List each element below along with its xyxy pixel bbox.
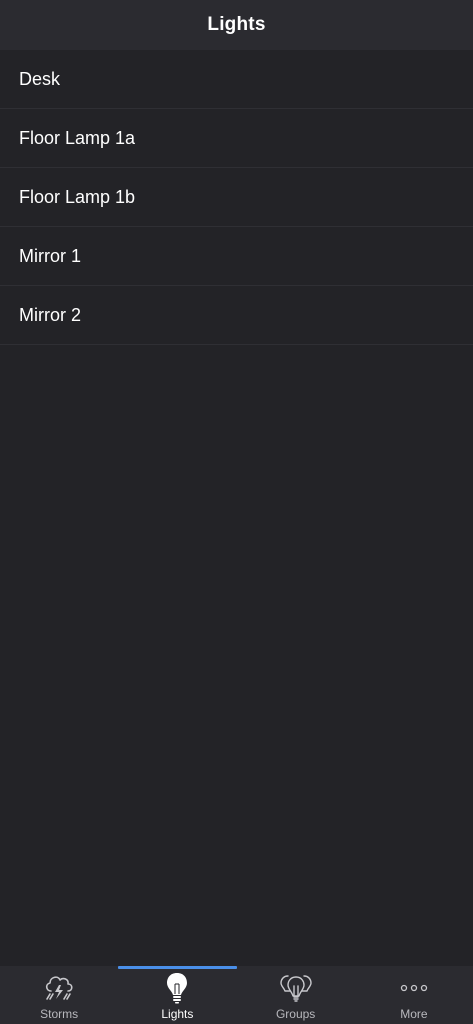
list-item-mirror-2[interactable]: Mirror 2 bbox=[0, 286, 473, 345]
nav-header: Lights bbox=[0, 0, 473, 50]
list-item-label: Floor Lamp 1b bbox=[19, 186, 136, 207]
tab-label: Lights bbox=[161, 1007, 194, 1021]
tab-groups[interactable]: Groups bbox=[237, 966, 355, 1024]
list-item-mirror-1[interactable]: Mirror 1 bbox=[0, 227, 473, 286]
list-item-label: Floor Lamp 1a bbox=[19, 127, 136, 148]
lightbulb-icon bbox=[160, 972, 194, 1004]
list-item-label: Mirror 1 bbox=[19, 245, 81, 266]
lightbulb-group-icon bbox=[279, 972, 313, 1004]
tab-lights[interactable]: Lights bbox=[118, 966, 237, 1024]
list-item-floor-lamp-1a[interactable]: Floor Lamp 1a bbox=[0, 109, 473, 168]
list-item-desk[interactable]: Desk bbox=[0, 50, 473, 109]
tab-label: Groups bbox=[275, 1007, 316, 1021]
lights-list: Desk Floor Lamp 1a Floor Lamp 1b Mirror … bbox=[0, 50, 473, 345]
list-item-floor-lamp-1b[interactable]: Floor Lamp 1b bbox=[0, 168, 473, 227]
tab-storms[interactable]: Storms bbox=[0, 966, 118, 1024]
active-tab-indicator bbox=[118, 966, 237, 969]
page-title: Lights bbox=[207, 14, 266, 35]
tab-bar: Storms Lights Groups More bbox=[0, 966, 473, 1024]
more-dots-icon bbox=[397, 972, 431, 1004]
list-item-label: Mirror 2 bbox=[19, 304, 81, 325]
tab-more[interactable]: More bbox=[355, 966, 473, 1024]
tab-label: More bbox=[400, 1007, 428, 1021]
list-item-label: Desk bbox=[19, 68, 61, 89]
storm-cloud-icon bbox=[42, 972, 76, 1004]
tab-label: Storms bbox=[40, 1007, 79, 1021]
